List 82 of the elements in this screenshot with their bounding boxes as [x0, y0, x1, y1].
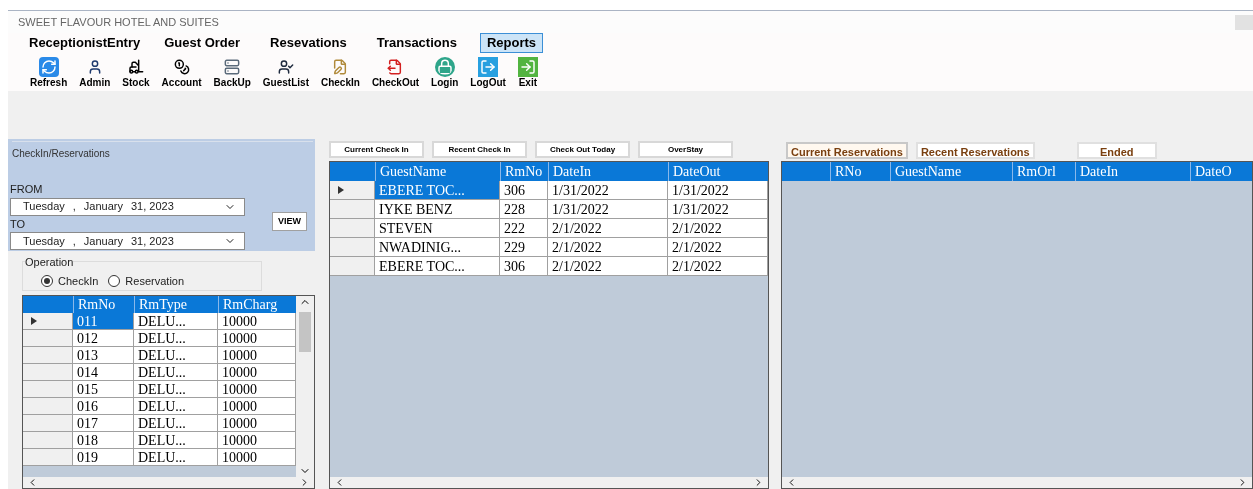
- toolbar-button[interactable]: Exit: [515, 57, 540, 89]
- logout-icon: [478, 57, 499, 77]
- table-cell: 228: [500, 200, 548, 218]
- table-cell: 2/1/2022: [548, 238, 668, 256]
- radio-label[interactable]: CheckIn: [58, 273, 99, 290]
- table-cell: 017: [73, 415, 134, 431]
- tab[interactable]: Ended: [1076, 142, 1157, 159]
- lock-icon: [434, 57, 455, 77]
- tab[interactable]: Current Reservations: [786, 142, 908, 159]
- table-cell: NWADINIG...: [375, 238, 500, 256]
- exit-icon: [517, 57, 538, 77]
- menu-item[interactable]: Resevations: [263, 33, 354, 53]
- table-cell: 1/31/2022: [668, 181, 768, 199]
- field-label: FROM: [10, 182, 44, 197]
- field-label: TO: [10, 216, 26, 232]
- table-cell: IYKE BENZ: [375, 200, 500, 218]
- table-cell: DELU...: [134, 398, 218, 414]
- close-button[interactable]: [1235, 14, 1253, 30]
- radio-button[interactable]: [41, 275, 53, 288]
- table-cell: 2/1/2022: [548, 219, 668, 237]
- date-picker[interactable]: Tuesday , January 31, 2023: [10, 197, 245, 216]
- table-cell: 015: [73, 381, 134, 397]
- table-cell: 1/31/2022: [668, 200, 768, 218]
- table-cell: EBERE TOC...: [375, 181, 500, 199]
- table-cell: EBERE TOC...: [375, 257, 500, 275]
- table-cell: DELU...: [134, 313, 218, 329]
- radio-button[interactable]: [108, 275, 121, 288]
- date-picker[interactable]: Tuesday , January 31, 2023: [10, 232, 245, 250]
- view-button[interactable]: VIEW: [272, 212, 307, 231]
- table-cell: 012: [73, 330, 134, 346]
- table-cell: DELU...: [134, 330, 218, 346]
- row-header[interactable]: [23, 313, 73, 329]
- table-cell: 1/31/2022: [548, 200, 668, 218]
- tab[interactable]: Recent Reservations: [915, 142, 1035, 159]
- table-cell: 306: [500, 181, 548, 199]
- toolbar-button[interactable]: BackUp: [211, 57, 253, 89]
- table-cell: 2/1/2022: [668, 238, 768, 256]
- scroll-thumb[interactable]: [299, 312, 311, 352]
- table-cell: 016: [73, 398, 134, 414]
- table-cell: 018: [73, 432, 134, 448]
- row-pointer-icon: [31, 317, 37, 325]
- row-header[interactable]: [330, 181, 375, 199]
- table-cell: 014: [73, 364, 134, 380]
- tab-button[interactable]: Check Out Today: [535, 141, 630, 158]
- toolbar-button[interactable]: CheckIn: [318, 57, 362, 89]
- group-title: CheckIn/Reservations: [12, 148, 110, 159]
- menu-item[interactable]: Reports: [479, 33, 544, 53]
- table-cell: 1/31/2022: [548, 181, 668, 199]
- tab-button[interactable]: Recent Check In: [432, 141, 527, 158]
- toolbar-button[interactable]: Refresh: [28, 57, 70, 89]
- table-cell: DELU...: [134, 364, 218, 380]
- table-cell: DELU...: [134, 449, 218, 465]
- tab-button[interactable]: OverStay: [638, 141, 733, 158]
- table-cell: 2/1/2022: [668, 219, 768, 237]
- table-cell: 2/1/2022: [548, 257, 668, 275]
- tab-button[interactable]: Current Check In: [329, 141, 424, 158]
- toolbar-button[interactable]: CheckOut: [369, 57, 422, 89]
- window-title: SWEET FLAVOUR HOTEL AND SUITES: [18, 14, 219, 30]
- table-cell: STEVEN: [375, 219, 500, 237]
- table-cell: 019: [73, 449, 134, 465]
- table-cell: DELU...: [134, 415, 218, 431]
- menu-item[interactable]: Guest Order: [157, 33, 248, 53]
- table-cell: 222: [500, 219, 548, 237]
- row-pointer-icon: [338, 186, 344, 194]
- toolbar-button[interactable]: Admin: [77, 57, 113, 89]
- table-cell: DELU...: [134, 347, 218, 363]
- toolbar-button[interactable]: LogOut: [468, 57, 508, 89]
- menu-item[interactable]: ReceptionistEntry: [22, 33, 148, 53]
- toolbar-button[interactable]: GuestList: [260, 57, 311, 89]
- table-cell: 2/1/2022: [668, 257, 768, 275]
- toolbar-button[interactable]: Stock: [120, 57, 152, 89]
- table-cell: 229: [500, 238, 548, 256]
- table-cell: 011: [73, 313, 134, 329]
- toolbar-button[interactable]: Account: [159, 57, 204, 89]
- refresh-icon: [38, 57, 59, 77]
- radio-label[interactable]: Reservation: [125, 273, 185, 290]
- toolbar-button[interactable]: Login: [429, 57, 461, 89]
- table-cell: 013: [73, 347, 134, 363]
- table-cell: DELU...: [134, 381, 218, 397]
- table-cell: 306: [500, 257, 548, 275]
- menu-item[interactable]: Transactions: [369, 33, 464, 53]
- table-cell: DELU...: [134, 432, 218, 448]
